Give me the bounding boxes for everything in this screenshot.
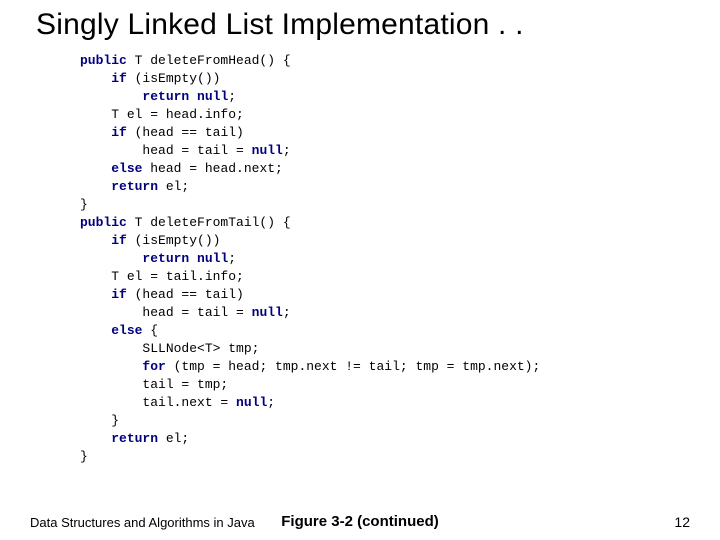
footer: Data Structures and Algorithms in Java F…: [0, 506, 720, 530]
slide: Singly Linked List Implementation . . pu…: [0, 0, 720, 540]
page-number: 12: [674, 514, 690, 530]
code-line: T el = tail.info;: [80, 268, 720, 286]
code-line: if (isEmpty()): [80, 70, 720, 88]
code-line: else head = head.next;: [80, 160, 720, 178]
code-line: SLLNode<T> tmp;: [80, 340, 720, 358]
code-line: tail = tmp;: [80, 376, 720, 394]
code-line: for (tmp = head; tmp.next != tail; tmp =…: [80, 358, 720, 376]
code-line: return el;: [80, 430, 720, 448]
code-line: }: [80, 412, 720, 430]
code-line: return null;: [80, 250, 720, 268]
code-line: public T deleteFromHead() {: [80, 52, 720, 70]
code-line: }: [80, 448, 720, 466]
code-block: public T deleteFromHead() { if (isEmpty(…: [0, 42, 720, 466]
code-line: return null;: [80, 88, 720, 106]
code-line: tail.next = null;: [80, 394, 720, 412]
code-line: if (head == tail): [80, 286, 720, 304]
code-line: return el;: [80, 178, 720, 196]
code-line: if (head == tail): [80, 124, 720, 142]
code-line: T el = head.info;: [80, 106, 720, 124]
code-line: }: [80, 196, 720, 214]
code-line: if (isEmpty()): [80, 232, 720, 250]
code-line: head = tail = null;: [80, 304, 720, 322]
code-line: else {: [80, 322, 720, 340]
figure-caption: Figure 3-2 (continued): [0, 513, 720, 530]
slide-title: Singly Linked List Implementation . .: [0, 0, 720, 42]
code-line: head = tail = null;: [80, 142, 720, 160]
code-line: public T deleteFromTail() {: [80, 214, 720, 232]
